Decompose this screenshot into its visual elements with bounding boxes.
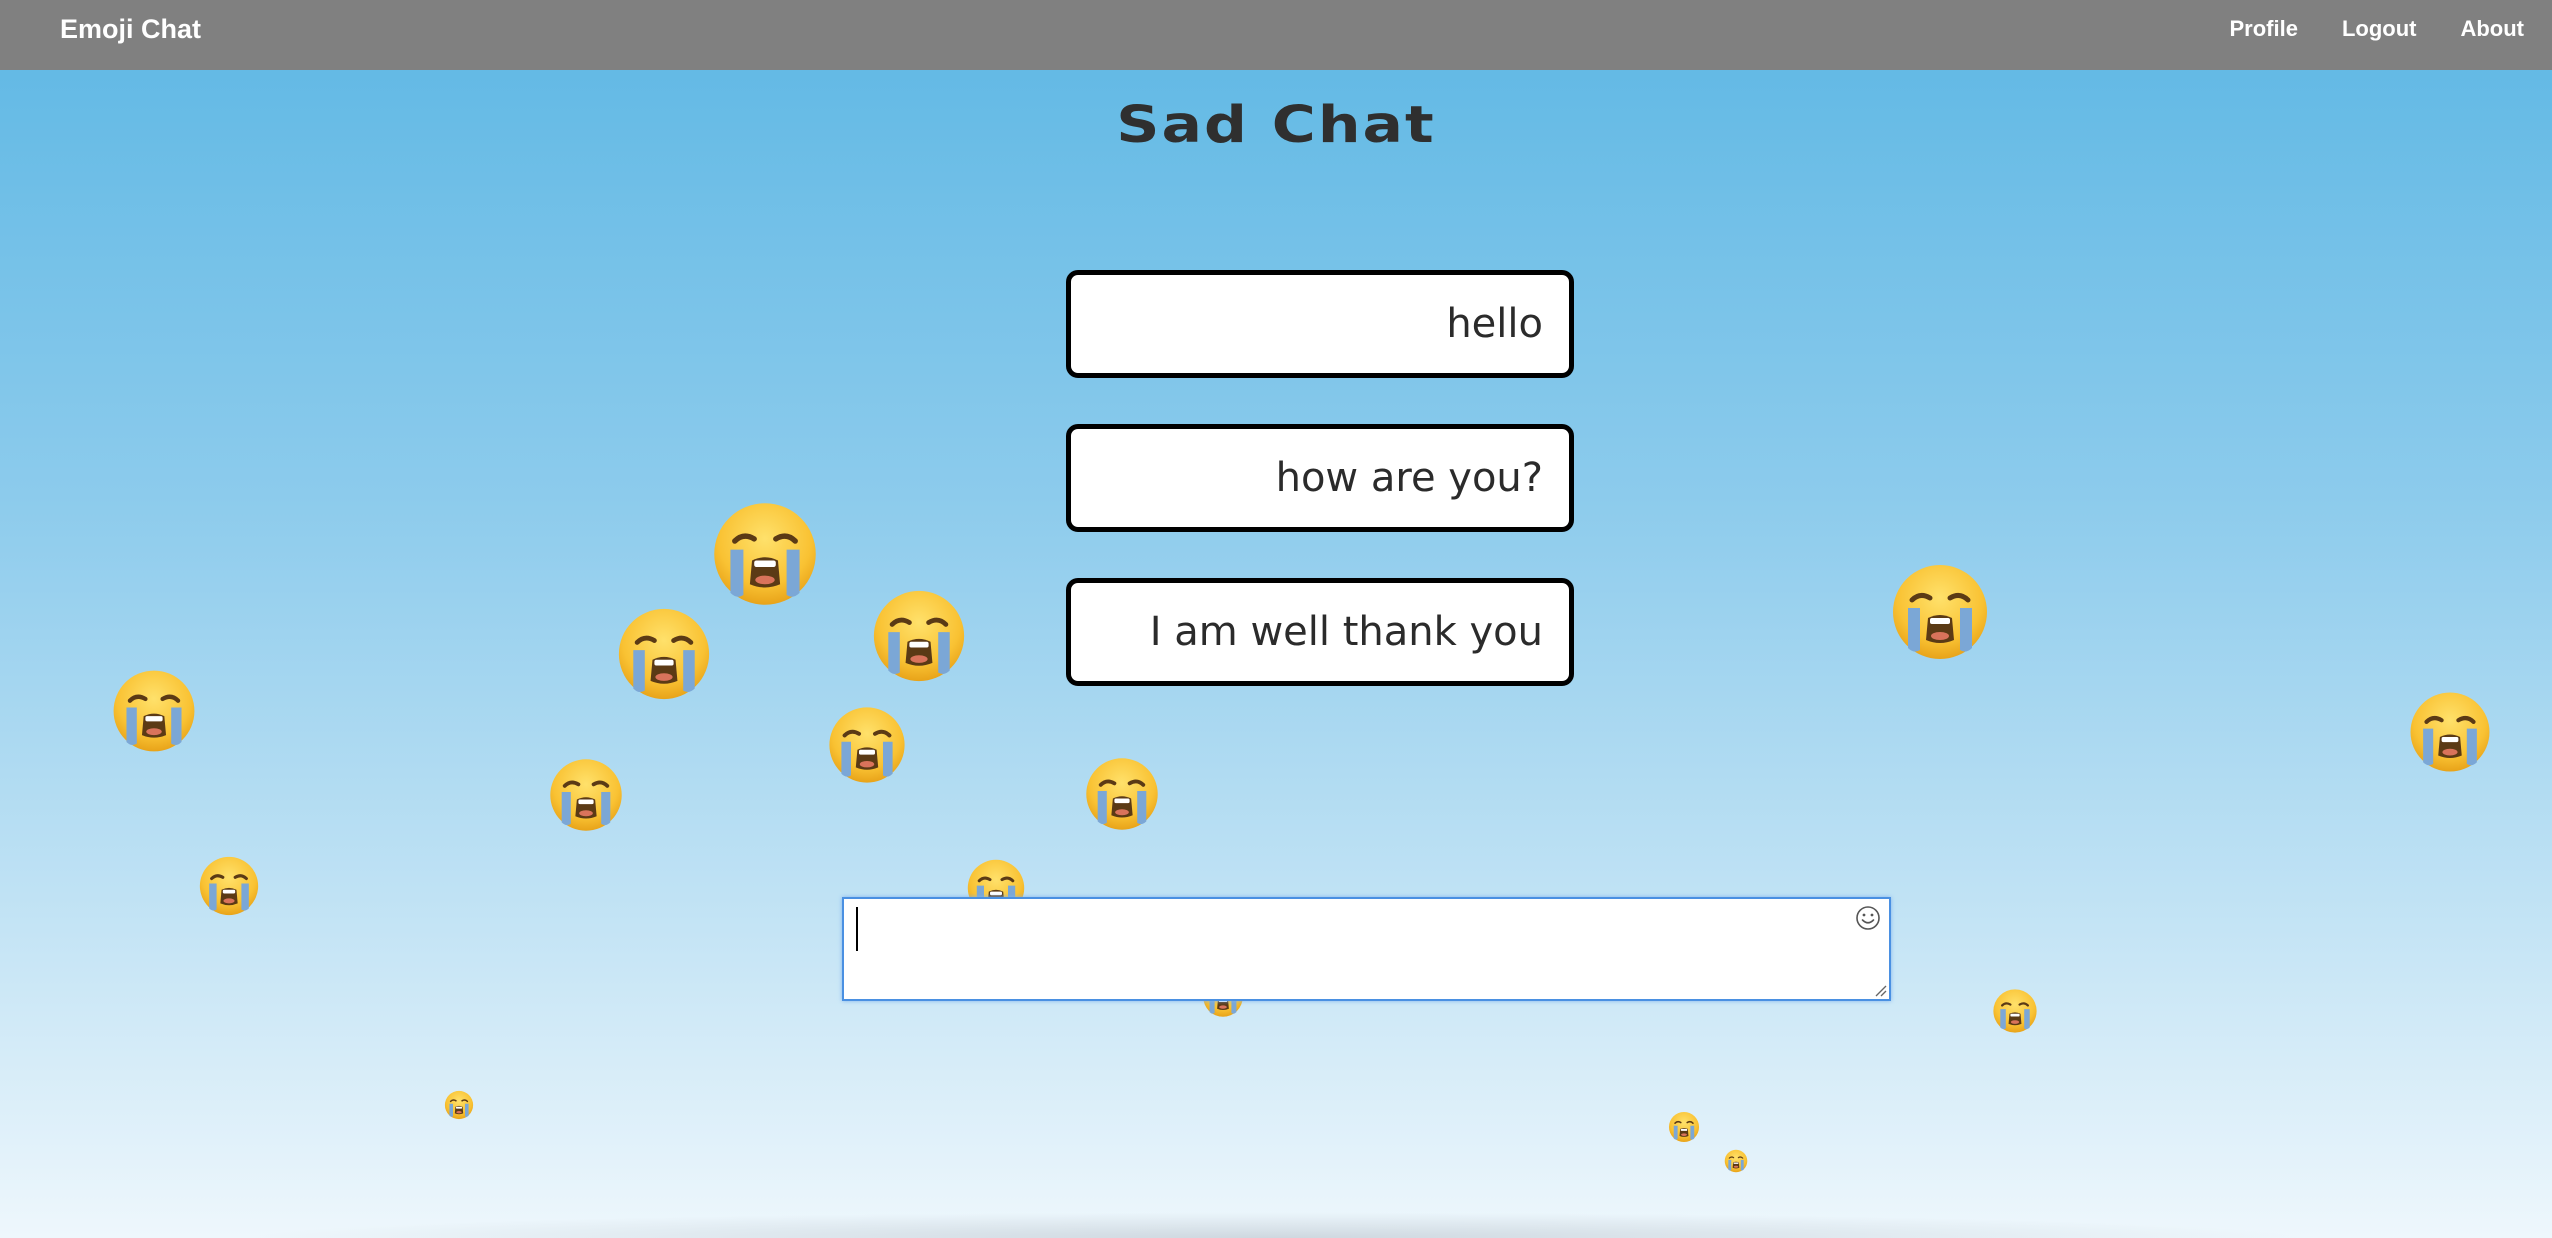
resize-handle-icon[interactable] (1873, 983, 1887, 997)
crying-face-icon (1084, 756, 1160, 832)
crying-face-icon (444, 1090, 474, 1120)
nav-link-profile[interactable]: Profile (2229, 16, 2297, 42)
navbar: Emoji Chat Profile Logout About (0, 0, 2552, 70)
crying-face-icon (2408, 690, 2492, 774)
crying-face-icon (711, 500, 819, 608)
message-text: hello (1446, 301, 1543, 347)
message-composer[interactable] (842, 897, 1891, 1001)
crying-face-icon (1724, 1149, 1748, 1173)
text-caret (856, 907, 858, 951)
page-title: Sad Chat (1116, 95, 1436, 155)
message-bubble: I am well thank you (1066, 578, 1574, 686)
crying-face-icon (548, 757, 624, 833)
nav-links: Profile Logout About (2213, 16, 2552, 42)
message-text: how are you? (1275, 455, 1543, 501)
crying-face-icon (827, 705, 907, 785)
crying-face-icon (1992, 988, 2038, 1034)
message-text: I am well thank you (1149, 609, 1543, 655)
crying-face-icon (1890, 562, 1990, 662)
crying-face-icon (111, 668, 197, 754)
crying-face-icon (1668, 1111, 1700, 1143)
smiley-icon[interactable] (1855, 905, 1881, 931)
brand-link[interactable]: Emoji Chat (60, 14, 201, 45)
nav-link-about[interactable]: About (2460, 16, 2524, 42)
message-bubble: how are you? (1066, 424, 1574, 532)
bottom-shadow (240, 1212, 2310, 1238)
message-bubble: hello (1066, 270, 1574, 378)
nav-link-logout[interactable]: Logout (2342, 16, 2417, 42)
crying-face-icon (871, 588, 967, 684)
message-input[interactable] (844, 899, 1889, 999)
crying-face-icon (198, 855, 260, 917)
crying-face-icon (616, 606, 712, 702)
